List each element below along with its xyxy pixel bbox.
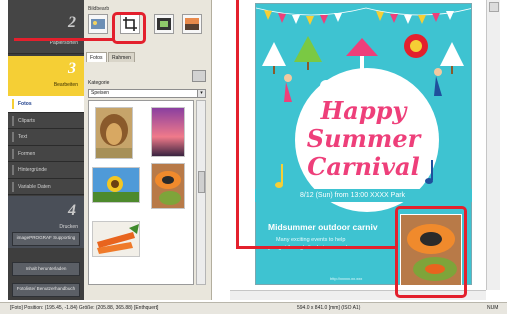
poster-date: 8/12 (Sun) from 13:00 XXXX Park [255, 189, 472, 202]
canvas-vertical-scrollbar[interactable] [486, 0, 500, 290]
step-label: Bearbeiten [53, 82, 78, 88]
poster-headline-carnival: Carnival [307, 152, 420, 181]
poster-body-line-1: Many exciting events to help [276, 237, 346, 243]
tab-rahmen[interactable]: Rahmen [108, 52, 135, 62]
photo-gallery [88, 100, 194, 285]
step-label: Drucken [59, 224, 78, 230]
photo-tool-icon[interactable] [88, 14, 108, 34]
step-bearbeiten[interactable]: 3 Bearbeiten [8, 56, 84, 96]
photo-thumb-papaya[interactable] [151, 163, 185, 209]
status-bar: [Foto] Position: (195.45, -1.84) Größe: … [0, 302, 507, 314]
submenu-item-cliparts[interactable]: Cliparts [8, 112, 84, 129]
grid-view-icon[interactable] [192, 70, 206, 82]
scroll-up-icon[interactable] [489, 2, 499, 12]
submenu-item-text[interactable]: Text [8, 129, 84, 146]
status-num: NUM [487, 305, 499, 311]
category-select[interactable]: Speisen ▾ [88, 89, 206, 98]
toolbar-title: Bildbearb [88, 6, 110, 12]
photo-thumb-sunflower[interactable] [92, 167, 140, 203]
scrollbar-thumb[interactable] [198, 171, 205, 193]
frame-tool-icon[interactable] [154, 14, 174, 34]
photo-thumb-carrots[interactable] [92, 221, 140, 257]
gallery-scrollbar[interactable] [196, 100, 206, 285]
poster-headline-happy: Happy [320, 96, 407, 125]
photo-thumb-sunset[interactable] [151, 107, 185, 157]
edit-submenu: Fotos Cliparts Text Formen Hintergründe … [8, 96, 84, 195]
poster-headline-summer: Summer [306, 124, 421, 153]
status-paper-size: 594.0 x 841.0 [mm] (ISO A1) [297, 305, 361, 311]
step-number: 3 [68, 60, 76, 77]
placed-photo-highlight [395, 206, 467, 298]
step-number: 4 [68, 202, 76, 219]
poster-url: http://xxxxx.xx.xxx [330, 276, 363, 281]
step-papersorten[interactable]: 2 Papiersorten [8, 0, 84, 54]
crop-callout-line [14, 38, 113, 41]
tab-fotos[interactable]: Fotos [86, 52, 107, 62]
manual-button[interactable]: Fotoliste/ Benutzerhandbuch [12, 283, 80, 297]
photo-thumb-lion[interactable] [95, 107, 133, 159]
submenu-item-hintergruende[interactable]: Hintergründe [8, 162, 84, 179]
supporting-button[interactable]: imagePROGRAF Supporting [12, 232, 80, 246]
download-content-button[interactable]: Inhalt herunterladen [12, 262, 80, 276]
poster-subhead: Midsummer outdoor carniv [268, 222, 378, 232]
category-label: Kategorie [88, 80, 110, 86]
submenu-item-fotos[interactable]: Fotos [8, 96, 84, 113]
category-value: Speisen [91, 90, 110, 96]
color-tool-icon[interactable] [182, 14, 202, 34]
crop-tool-highlight [112, 12, 146, 44]
step-panel: 2 Papiersorten 3 Bearbeiten Fotos Clipar… [8, 0, 84, 300]
chevron-down-icon[interactable]: ▾ [197, 90, 205, 97]
photo-callout-line-vertical [236, 0, 239, 248]
submenu-item-variable-daten[interactable]: Variable Daten [8, 178, 84, 195]
status-position: [Foto] Position: (195.45, -1.84) Größe: … [10, 305, 159, 311]
step-number: 2 [68, 14, 76, 31]
photo-callout-line-horizontal [236, 246, 396, 249]
submenu-item-formen[interactable]: Formen [8, 145, 84, 162]
